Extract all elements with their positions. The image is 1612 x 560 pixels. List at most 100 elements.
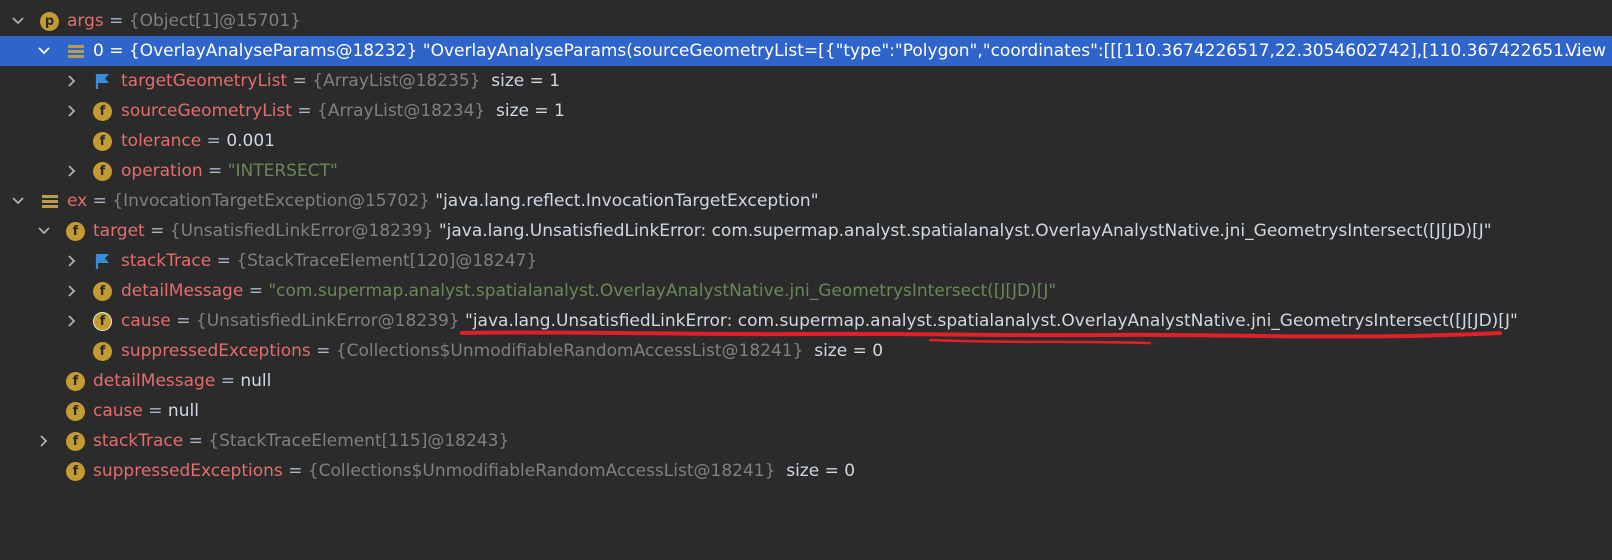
var-value: "java.lang.reflect.InvocationTargetExcep…: [435, 191, 819, 211]
var-name: operation: [121, 161, 203, 181]
var-value: "java.lang.UnsatisfiedLinkError: com.sup…: [465, 311, 1518, 331]
var-value: "java.lang.UnsatisfiedLinkError: com.sup…: [438, 221, 1492, 241]
tree-row-detailMessage-outer[interactable]: f detailMessage = null: [0, 366, 1612, 396]
var-value: 0.001: [226, 131, 275, 151]
field-icon: f: [66, 431, 85, 451]
chevron-down-icon[interactable]: [10, 186, 26, 216]
var-size: size = 1: [496, 101, 565, 121]
var-name: stackTrace: [121, 251, 212, 271]
equals-sign: =: [176, 311, 191, 331]
tree-row-tolerance[interactable]: f tolerance = 0.001: [0, 126, 1612, 156]
field-icon: f: [93, 101, 112, 121]
array-element-icon: [40, 192, 59, 211]
var-value: "INTERSECT": [227, 161, 338, 181]
tree-row-cause[interactable]: f cause = {UnsatisfiedLinkError@18239} "…: [0, 306, 1612, 336]
var-name: suppressedExceptions: [93, 461, 283, 481]
var-name: args: [67, 11, 104, 31]
flag-icon: [93, 72, 112, 91]
chevron-right-icon[interactable]: [64, 96, 80, 126]
chevron-down-icon[interactable]: [10, 6, 26, 36]
equals-sign: =: [148, 401, 163, 421]
field-icon: f: [93, 131, 112, 151]
equals-sign: =: [206, 131, 221, 151]
field-icon: f: [93, 161, 112, 181]
var-value: "com.supermap.analyst.spatialanalyst.Ove…: [268, 281, 1057, 301]
equals-sign: =: [292, 71, 307, 91]
chevron-right-icon[interactable]: [64, 276, 80, 306]
equals-sign: =: [248, 281, 263, 301]
var-name: target: [93, 221, 145, 241]
tree-row-suppressedExceptions-outer[interactable]: f suppressedExceptions = {Collections$Un…: [0, 456, 1612, 486]
chevron-right-icon[interactable]: [64, 66, 80, 96]
var-name: sourceGeometryList: [121, 101, 292, 121]
var-name: detailMessage: [121, 281, 244, 301]
flag-icon: [93, 252, 112, 271]
equals-sign: =: [188, 431, 203, 451]
var-size: size = 0: [786, 461, 856, 481]
field-icon: f: [66, 401, 85, 421]
var-type: {Collections$UnmodifiableRandomAccessLis…: [335, 341, 804, 361]
var-name: suppressedExceptions: [121, 341, 311, 361]
var-value: null: [167, 401, 199, 421]
tree-row-sourceGeometryList[interactable]: f sourceGeometryList = {ArrayList@18234}…: [0, 96, 1612, 126]
recursive-field-icon: f: [93, 311, 112, 331]
tree-row-suppressedExceptions[interactable]: f suppressedExceptions = {Collections$Un…: [0, 336, 1612, 366]
var-type: {UnsatisfiedLinkError@18239}: [169, 221, 434, 241]
chevron-down-icon[interactable]: [36, 216, 52, 246]
var-type: {UnsatisfiedLinkError@18239}: [195, 311, 460, 331]
field-icon: f: [93, 281, 112, 301]
var-type: {StackTraceElement[115]@18243}: [208, 431, 510, 451]
var-size: size = 1: [491, 71, 561, 91]
tree-row-stackTrace[interactable]: stackTrace = {StackTraceElement[120]@182…: [0, 246, 1612, 276]
field-icon: f: [93, 341, 112, 361]
var-value: null: [240, 371, 272, 391]
equals-sign: =: [208, 161, 223, 181]
equals-sign: =: [216, 251, 231, 271]
equals-sign: =: [92, 191, 107, 211]
field-icon: f: [66, 461, 85, 481]
chevron-right-icon[interactable]: [64, 156, 80, 186]
p-icon: p: [40, 11, 59, 31]
chevron-right-icon[interactable]: [64, 246, 80, 276]
var-name: cause: [121, 311, 171, 331]
tree-row-targetGeometryList[interactable]: targetGeometryList = {ArrayList@18235} s…: [0, 66, 1612, 96]
equals-sign: =: [150, 221, 165, 241]
var-name: tolerance: [121, 131, 202, 151]
var-name: targetGeometryList: [121, 71, 288, 91]
chevron-right-icon[interactable]: [36, 426, 52, 456]
tree-row-ex[interactable]: ex = {InvocationTargetException@15702} "…: [0, 186, 1612, 216]
var-name: 0: [93, 41, 104, 61]
equals-sign: =: [297, 101, 312, 121]
var-type: {ArrayList@18234}: [317, 101, 486, 121]
view-link[interactable]: View: [1566, 41, 1606, 61]
equals-sign: =: [109, 11, 124, 31]
var-type: {InvocationTargetException@15702}: [112, 191, 430, 211]
clipped-top-row: [0, 0, 1612, 4]
var-type: {Object[1]@15701}: [128, 11, 301, 31]
equals-sign: =: [109, 41, 124, 61]
equals-sign: =: [288, 461, 303, 481]
field-icon: f: [66, 371, 85, 391]
var-name: detailMessage: [93, 371, 216, 391]
equals-sign: =: [220, 371, 235, 391]
var-type: {StackTraceElement[120]@18247}: [236, 251, 538, 271]
array-element-icon: [66, 42, 85, 61]
tree-row-cause-outer[interactable]: f cause = null: [0, 396, 1612, 426]
tree-row-target[interactable]: f target = {UnsatisfiedLinkError@18239} …: [0, 216, 1612, 246]
chevron-right-icon[interactable]: [64, 306, 80, 336]
tree-row-detailMessage[interactable]: f detailMessage = "com.supermap.analyst.…: [0, 276, 1612, 306]
tree-row-0[interactable]: 0 = {OverlayAnalyseParams@18232} "Overla…: [0, 36, 1612, 66]
var-size: size = 0: [814, 341, 884, 361]
equals-sign: =: [316, 341, 331, 361]
var-type: {Collections$UnmodifiableRandomAccessLis…: [307, 461, 776, 481]
chevron-down-icon[interactable]: [36, 36, 52, 66]
tree-row-stackTrace-outer[interactable]: f stackTrace = {StackTraceElement[115]@1…: [0, 426, 1612, 456]
var-type: {ArrayList@18235}: [312, 71, 481, 91]
var-name: stackTrace: [93, 431, 184, 451]
var-name: ex: [67, 191, 88, 211]
tree-row-args[interactable]: p args = {Object[1]@15701}: [0, 6, 1612, 36]
var-value: "OverlayAnalyseParams(sourceGeometryList…: [422, 41, 1581, 61]
tree-row-operation[interactable]: f operation = "INTERSECT": [0, 156, 1612, 186]
var-name: cause: [93, 401, 143, 421]
field-icon: f: [66, 221, 85, 241]
